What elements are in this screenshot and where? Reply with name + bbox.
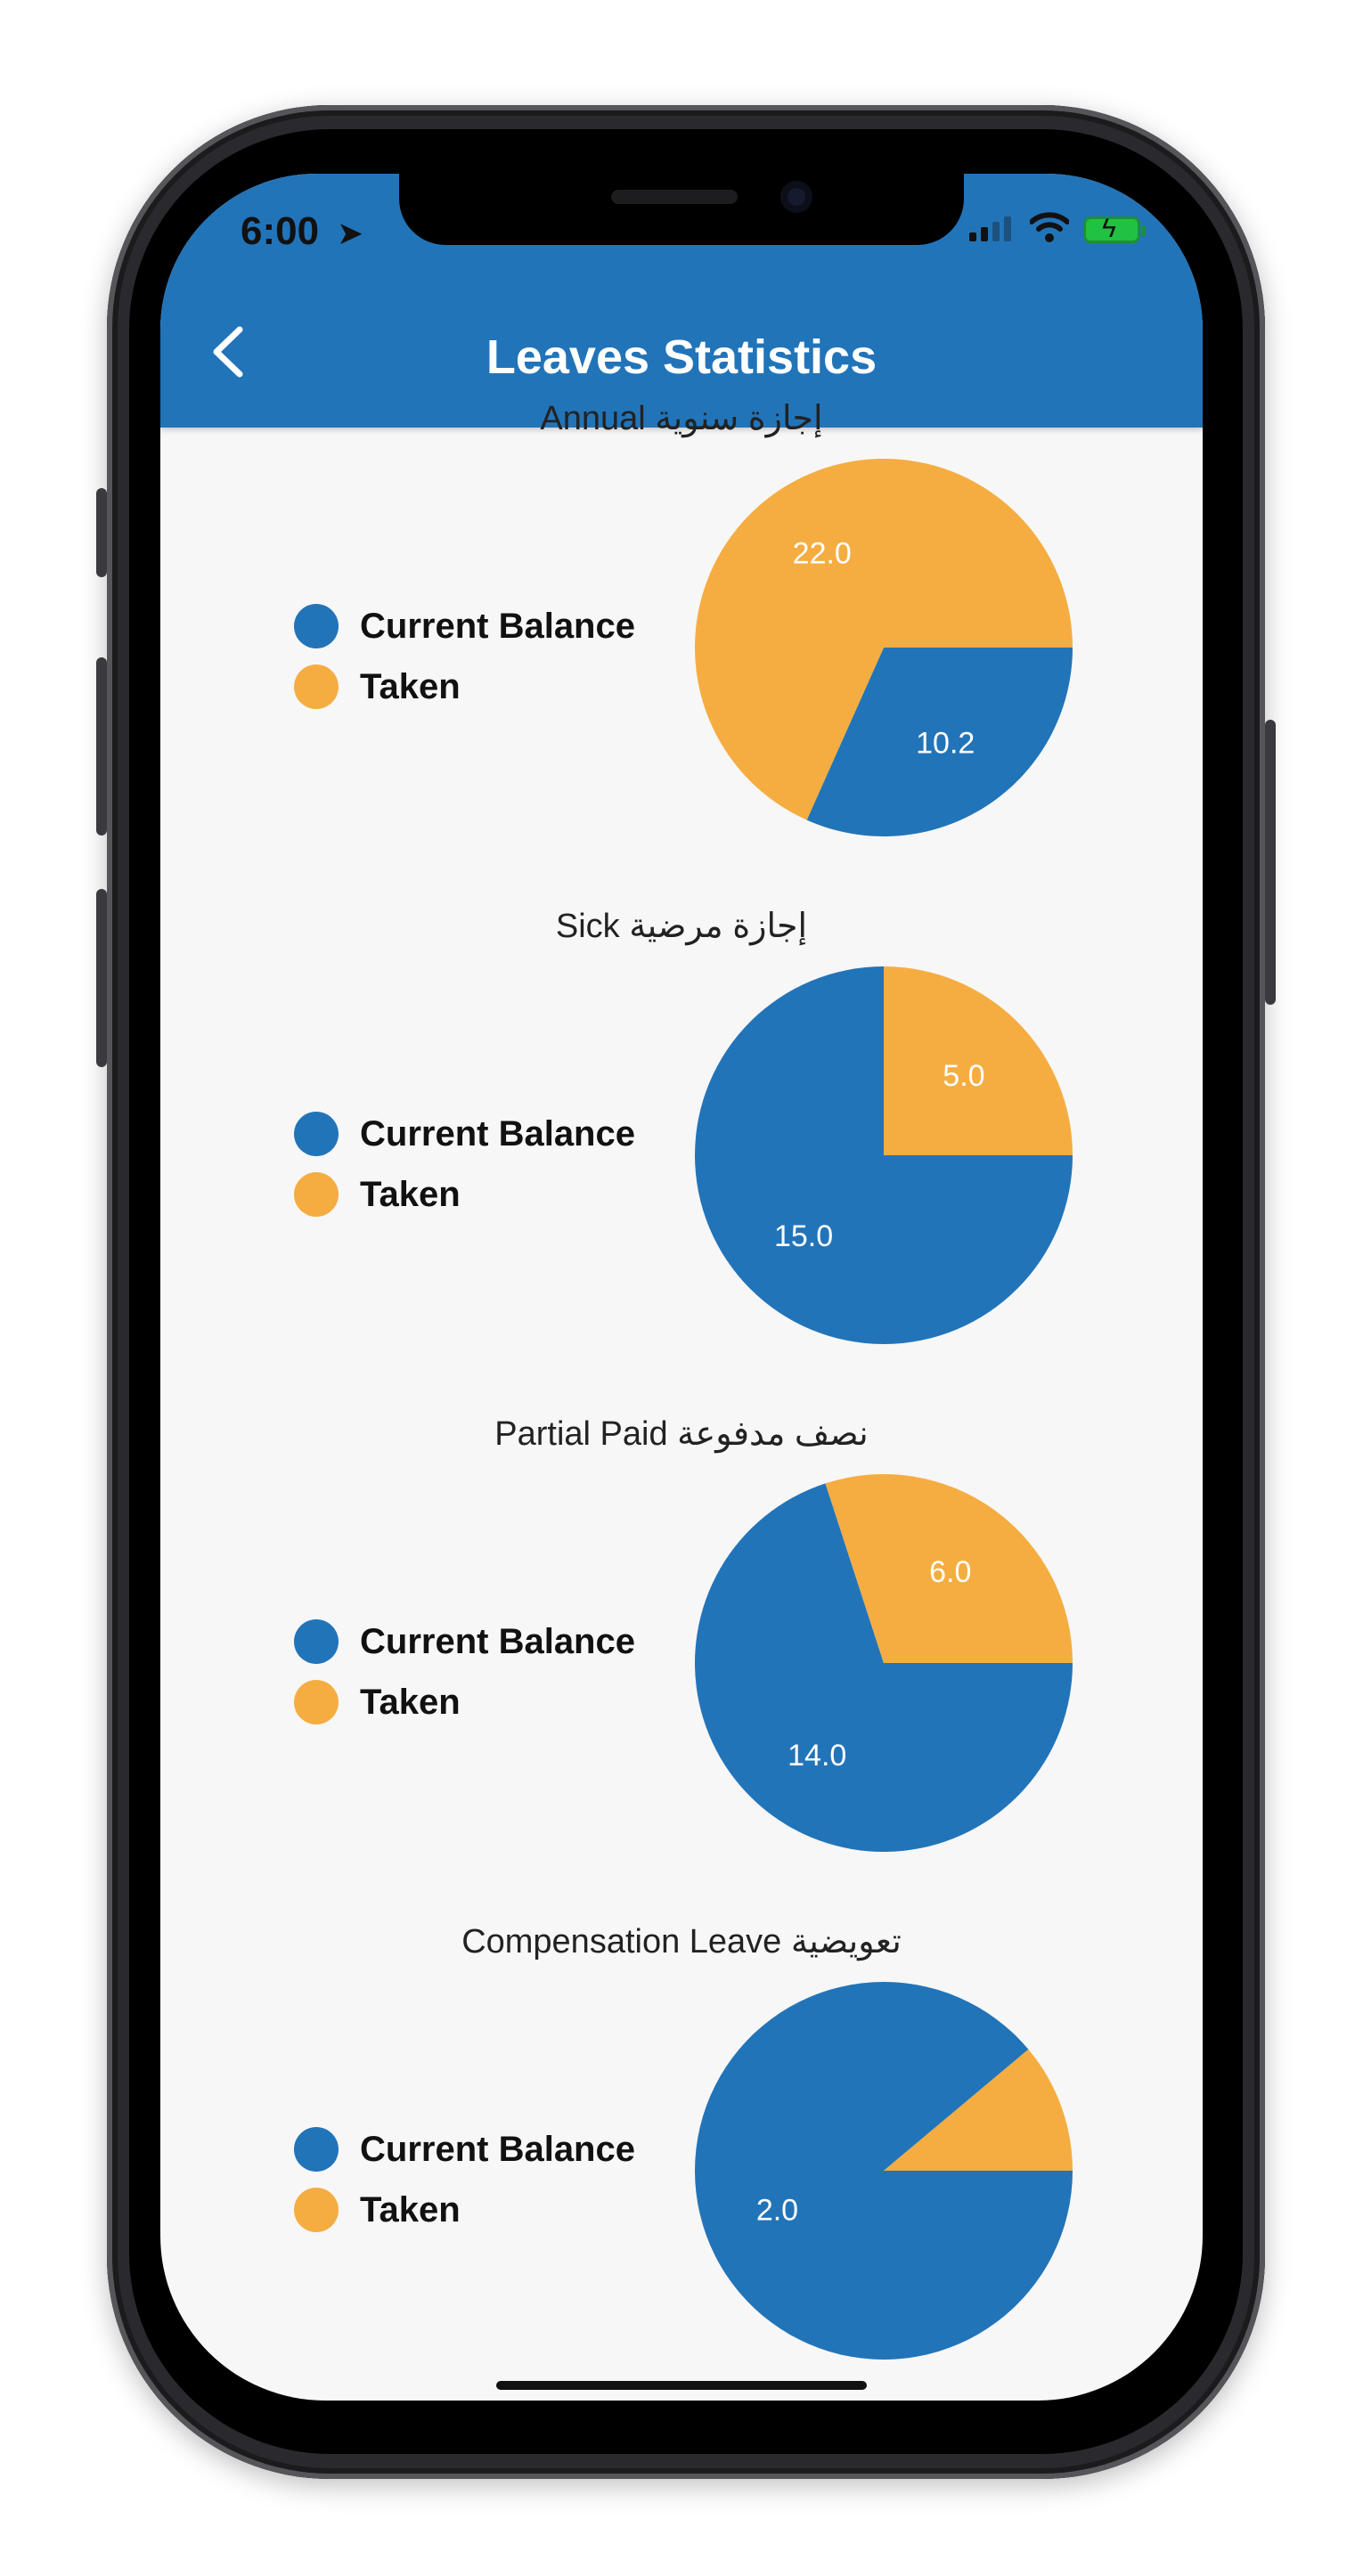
- slice-value-label: 14.0: [788, 1739, 846, 1773]
- leave-chart-card: Compensation Leave تعويضية Current Balanc…: [160, 1921, 1203, 2401]
- chart-legend: Current Balance Taken: [294, 1611, 635, 1732]
- status-time: 6:00: [241, 209, 320, 253]
- location-arrow-icon: ➤: [337, 215, 364, 251]
- legend-label: Taken: [360, 1174, 461, 1214]
- wifi-icon: [1030, 212, 1069, 242]
- leave-chart-card: Annual إجازة سنوية Current Balance Taken 10…: [160, 398, 1203, 906]
- slice-value-label: 5.0: [943, 1059, 984, 1093]
- slice-value-label: 10.2: [916, 727, 975, 761]
- pie-chart: 14.0 6.0: [695, 1474, 1073, 1852]
- power-button: [1265, 720, 1276, 1005]
- legend-item: Taken: [294, 2180, 635, 2240]
- slice-value-label: 15.0: [774, 1219, 833, 1253]
- chart-legend: Current Balance Taken: [294, 596, 635, 717]
- chart-title: Annual إجازة سنوية: [540, 400, 823, 437]
- slice-value-label: 2.0: [756, 2194, 798, 2228]
- legend-item: Current Balance: [294, 1611, 635, 1672]
- front-camera: [780, 181, 812, 213]
- legend-swatch: [294, 1619, 339, 1664]
- chart-title: Partial Paid نصف مدفوعة: [494, 1415, 869, 1453]
- volume-up-button: [96, 657, 107, 836]
- battery-icon: ϟ: [1083, 214, 1146, 243]
- legend-swatch: [294, 1112, 339, 1156]
- cellular-signal-icon: [969, 216, 1011, 241]
- notch: [399, 174, 964, 245]
- page-title: Leaves Statistics: [486, 330, 877, 384]
- legend-swatch: [294, 2127, 339, 2172]
- app-bar: 6:00 ➤ ϟ Leaves Statistics: [160, 174, 1203, 428]
- leave-chart-card: Sick إجازة مرضية Current Balance Taken 15.0…: [160, 906, 1203, 1414]
- legend-item: Taken: [294, 1672, 635, 1732]
- pie-chart: 2.0: [695, 1982, 1073, 2360]
- legend-swatch: [294, 2188, 339, 2232]
- legend-item: Current Balance: [294, 596, 635, 656]
- legend-label: Current Balance: [360, 606, 635, 646]
- slice-value-label: 6.0: [929, 1555, 971, 1589]
- legend-label: Current Balance: [360, 2129, 635, 2169]
- chart-title: Sick إجازة مرضية: [555, 908, 808, 945]
- legend-label: Taken: [360, 2189, 461, 2230]
- charging-bolt-icon: ϟ: [1102, 214, 1116, 243]
- legend-swatch: [294, 1680, 339, 1724]
- legend-label: Current Balance: [360, 1621, 635, 1661]
- home-indicator: [496, 2381, 867, 2390]
- app-screen: 6:00 ➤ ϟ Leaves Statistics Annual إجازة …: [160, 174, 1203, 2401]
- chart-title: Compensation Leave تعويضية: [461, 1923, 902, 1961]
- chart-legend: Current Balance Taken: [294, 1104, 635, 1225]
- legend-swatch: [294, 604, 339, 648]
- legend-label: Taken: [360, 666, 461, 706]
- slice-value-label: 22.0: [793, 536, 852, 570]
- legend-item: Taken: [294, 656, 635, 717]
- legend-swatch: [294, 664, 339, 709]
- volume-down-button: [96, 889, 107, 1067]
- legend-item: Current Balance: [294, 2119, 635, 2180]
- pie-chart: 10.2 22.0: [695, 459, 1073, 836]
- leave-chart-card: Partial Paid نصف مدفوعة Current Balance Ta…: [160, 1414, 1203, 1921]
- pie-chart: 15.0 5.0: [695, 966, 1073, 1344]
- speaker: [611, 190, 738, 204]
- mute-switch: [96, 488, 107, 577]
- legend-item: Taken: [294, 1164, 635, 1225]
- legend-item: Current Balance: [294, 1104, 635, 1164]
- legend-swatch: [294, 1172, 339, 1217]
- legend-label: Current Balance: [360, 1113, 635, 1153]
- legend-label: Taken: [360, 1682, 461, 1722]
- chart-legend: Current Balance Taken: [294, 2119, 635, 2240]
